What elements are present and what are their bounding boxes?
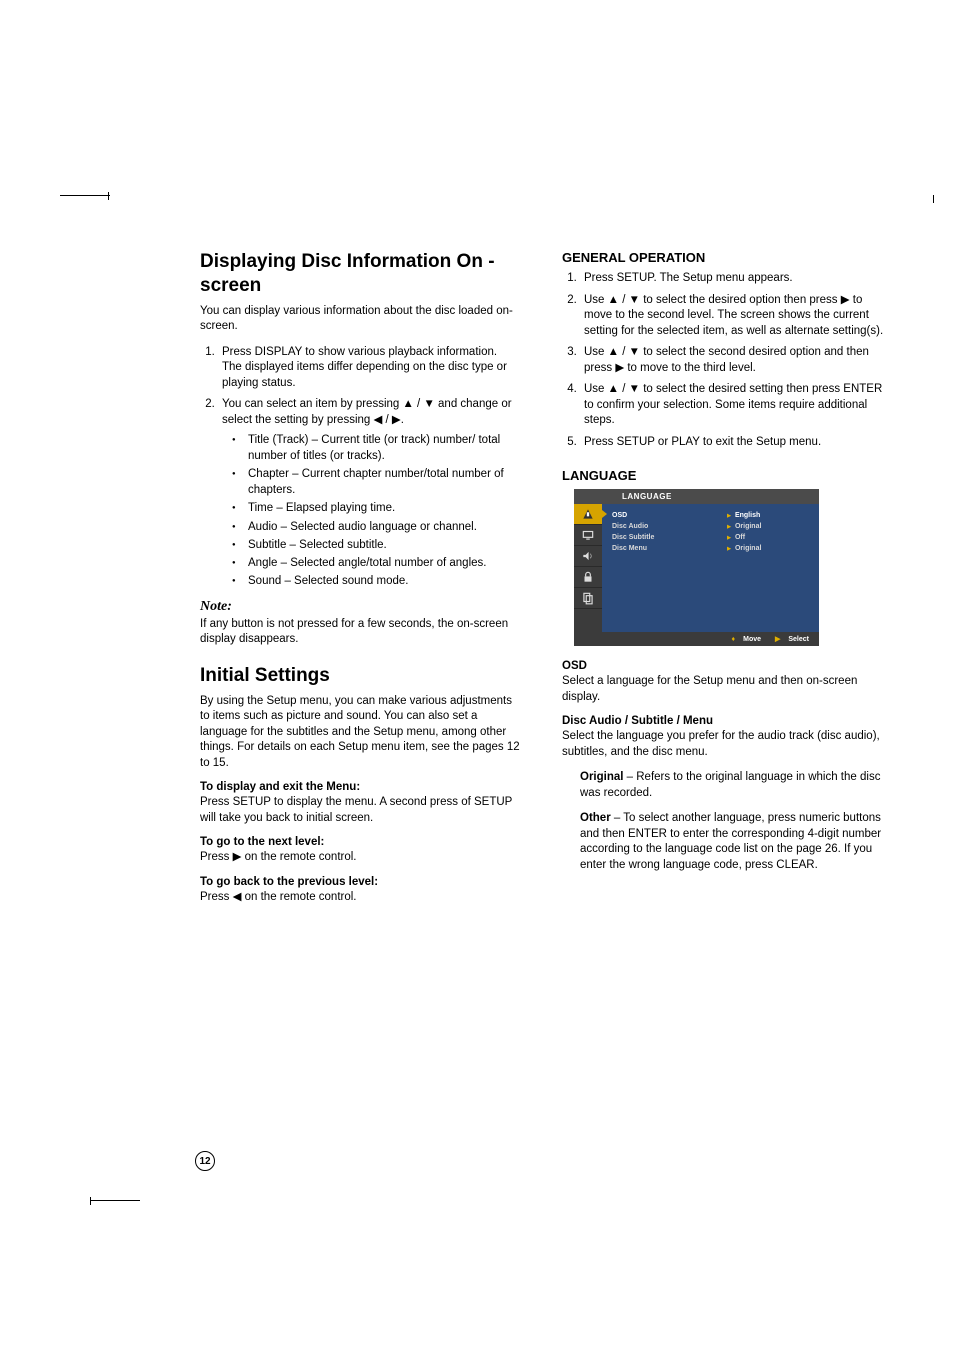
language-setup-screenshot: LANGUAGE xyxy=(574,489,819,646)
step-2-text: You can select an item by pressing ▲ / ▼… xyxy=(222,398,512,426)
step-1: Press DISPLAY to show various playback i… xyxy=(218,345,522,392)
sub-next-level-text: Press ▶ on the remote control. xyxy=(200,850,522,866)
heading-language: LANGUAGE xyxy=(562,468,884,483)
other-text: – To select another language, press nume… xyxy=(580,812,881,871)
osd-val-off: Off xyxy=(727,532,811,543)
original-block: Original – Refers to the original langua… xyxy=(580,770,884,801)
heading-initial-settings: Initial Settings xyxy=(200,664,522,688)
gop-step-3: Use ▲ / ▼ to select the second desired o… xyxy=(580,345,884,376)
osd-titlebar: LANGUAGE xyxy=(574,489,819,504)
disc-info-bullets: Title (Track) – Current title (or track)… xyxy=(222,432,522,589)
sub-prev-level-label: To go back to the previous level: xyxy=(200,876,522,888)
disc-audio-subtitle-menu-label: Disc Audio / Subtitle / Menu xyxy=(562,715,884,727)
left-column: Displaying Disc Information On - screen … xyxy=(200,250,522,915)
bullet-time: Time – Elapsed playing time. xyxy=(244,500,522,516)
osd-item-disc-subtitle: Disc Subtitle xyxy=(612,532,721,543)
original-text: – Refers to the original language in whi… xyxy=(580,771,880,799)
bullet-sound: Sound – Selected sound mode. xyxy=(244,573,522,589)
osd-tab-strip xyxy=(574,504,602,632)
gop-step-5: Press SETUP or PLAY to exit the Setup me… xyxy=(580,435,884,451)
note-text: If any button is not pressed for a few s… xyxy=(200,617,522,648)
tab-lock-icon xyxy=(574,567,602,588)
osd-footer: ♦Move ▶Select xyxy=(574,632,819,646)
gop-step-1: Press SETUP. The Setup menu appears. xyxy=(580,271,884,287)
step-2: You can select an item by pressing ▲ / ▼… xyxy=(218,397,522,589)
heading-general-operation: GENERAL OPERATION xyxy=(562,250,884,265)
manual-page: Displaying Disc Information On - screen … xyxy=(0,0,954,1351)
note-label: Note: xyxy=(200,599,522,615)
gop-step-2: Use ▲ / ▼ to select the desired option t… xyxy=(580,293,884,340)
osd-val-original2: Original xyxy=(727,543,811,554)
tab-display-icon xyxy=(574,525,602,546)
crop-mark xyxy=(60,195,110,196)
heading-displaying-disc-info: Displaying Disc Information On - screen xyxy=(200,250,522,298)
bullet-title: Title (Track) – Current title (or track)… xyxy=(244,432,522,464)
gop-step-4: Use ▲ / ▼ to select the desired setting … xyxy=(580,382,884,429)
crop-mark xyxy=(90,1200,140,1201)
tab-language-icon xyxy=(574,504,602,525)
right-column: GENERAL OPERATION Press SETUP. The Setup… xyxy=(562,250,884,915)
osd-text: Select a language for the Setup menu and… xyxy=(562,674,884,705)
original-label: Original xyxy=(580,771,623,783)
general-operation-steps: Press SETUP. The Setup menu appears. Use… xyxy=(562,271,884,450)
footer-select: Select xyxy=(788,636,809,643)
sub-display-exit-text: Press SETUP to display the menu. A secon… xyxy=(200,795,522,826)
osd-item-disc-menu: Disc Menu xyxy=(612,543,721,554)
bullet-angle: Angle – Selected angle/total number of a… xyxy=(244,555,522,571)
bullet-audio: Audio – Selected audio language or chann… xyxy=(244,519,522,535)
osd-val-english: English xyxy=(727,510,811,521)
sub-prev-level-text: Press ◀ on the remote control. xyxy=(200,890,522,906)
tab-audio-icon xyxy=(574,546,602,567)
other-label: Other xyxy=(580,812,611,824)
tab-others-icon xyxy=(574,588,602,609)
osd-left-list: OSD Disc Audio Disc Subtitle Disc Menu xyxy=(612,510,721,610)
sub-next-level-label: To go to the next level: xyxy=(200,836,522,848)
osd-val-original1: Original xyxy=(727,521,811,532)
disc-info-steps: Press DISPLAY to show various playback i… xyxy=(200,345,522,589)
page-number: 12 xyxy=(195,1151,215,1171)
other-block: Other – To select another language, pres… xyxy=(580,811,884,873)
initial-settings-intro: By using the Setup menu, you can make va… xyxy=(200,694,522,772)
osd-right-list: English Original Off Original xyxy=(727,510,811,610)
intro-disc-info: You can display various information abou… xyxy=(200,304,522,335)
sub-display-exit-label: To display and exit the Menu: xyxy=(200,781,522,793)
osd-item-osd: OSD xyxy=(612,510,721,521)
bullet-subtitle: Subtitle – Selected subtitle. xyxy=(244,537,522,553)
bullet-chapter: Chapter – Current chapter number/total n… xyxy=(244,466,522,498)
osd-item-disc-audio: Disc Audio xyxy=(612,521,721,532)
disc-audio-subtitle-menu-text: Select the language you prefer for the a… xyxy=(562,729,884,760)
osd-label: OSD xyxy=(562,660,884,672)
crop-mark xyxy=(933,195,934,203)
footer-move: Move xyxy=(743,636,761,643)
